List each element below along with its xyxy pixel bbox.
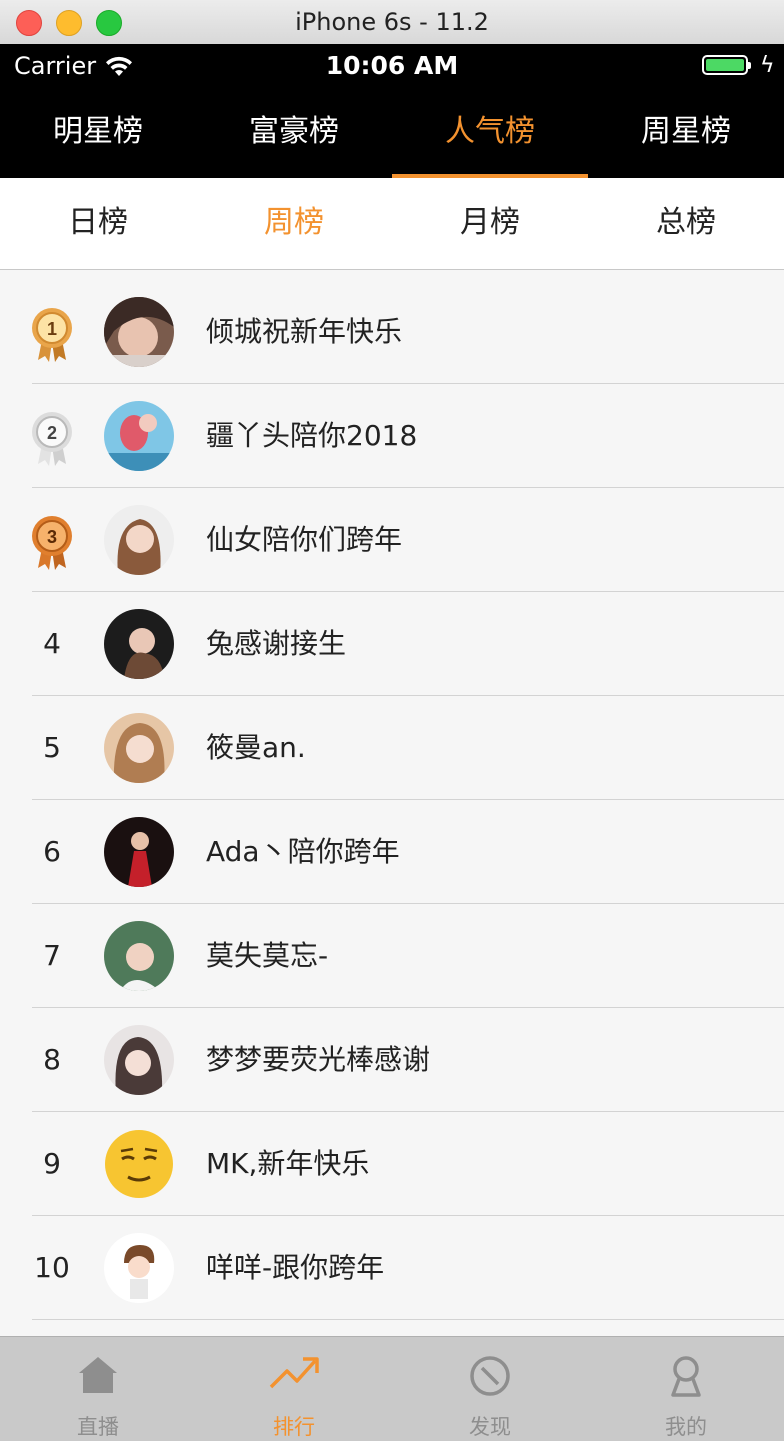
bottom-tab-bar: 直播 排行 发现 我的 [0,1336,784,1441]
ranking-row[interactable]: 10 咩咩-跟你跨年 [0,1216,784,1320]
tab-star-ranking[interactable]: 明星榜 [0,88,196,178]
ranking-row[interactable]: 9 MK,新年快乐 [0,1112,784,1216]
ranking-list: 1 倾城祝新年快乐 2 疆丫头陪你2018 3 仙女陪你们跨年 4 兔感谢接生 … [0,280,784,1320]
ranking-row[interactable]: 7 莫失莫忘- [0,904,784,1008]
avatar[interactable] [104,921,174,991]
compass-icon [470,1356,510,1396]
tab-popularity-ranking[interactable]: 人气榜 [392,88,588,178]
ranking-row[interactable]: 1 倾城祝新年快乐 [0,280,784,384]
user-name: 梦梦要荧光棒感谢 [206,1043,431,1076]
tab-monthly[interactable]: 月榜 [392,178,588,269]
tab-daily[interactable]: 日榜 [0,178,196,269]
bronze-medal-icon: 3 [32,516,72,570]
period-tabs: 日榜 周榜 月榜 总榜 [0,178,784,270]
user-name: 筱曼an. [206,731,306,764]
gold-medal-icon: 1 [32,308,72,362]
status-bar: Carrier 10:06 AM ϟ [0,44,784,88]
tab-live[interactable]: 直播 [0,1337,196,1441]
tab-label: 我的 [665,1415,707,1439]
ranking-row[interactable]: 5 筱曼an. [0,696,784,800]
avatar[interactable] [104,297,174,367]
svg-text:1: 1 [47,319,57,339]
avatar[interactable] [104,609,174,679]
charging-icon: ϟ [760,53,775,78]
tab-ranking[interactable]: 排行 [196,1337,392,1441]
ranking-row[interactable]: 2 疆丫头陪你2018 [0,384,784,488]
tab-weekly-star-ranking[interactable]: 周星榜 [588,88,784,178]
avatar[interactable] [104,505,174,575]
user-name: MK,新年快乐 [206,1147,370,1180]
battery-icon [702,55,751,75]
tab-all-time[interactable]: 总榜 [588,178,784,269]
user-name: 兔感谢接生 [206,627,347,660]
avatar[interactable] [104,1025,174,1095]
user-name: 疆丫头陪你2018 [206,419,418,452]
ranking-row[interactable]: 3 仙女陪你们跨年 [0,488,784,592]
silver-medal-icon: 2 [32,412,72,466]
user-name: 莫失莫忘- [206,939,329,972]
rank-number: 9 [43,1147,61,1180]
tab-discover[interactable]: 发现 [392,1337,588,1441]
home-icon [79,1357,117,1393]
user-name: Ada丶陪你跨年 [206,835,400,868]
profile-icon [671,1356,701,1397]
ranking-row[interactable]: 8 梦梦要荧光棒感谢 [0,1008,784,1112]
avatar[interactable] [104,817,174,887]
ranking-row[interactable]: 6 Ada丶陪你跨年 [0,800,784,904]
trending-up-icon [269,1357,319,1389]
svg-text:2: 2 [47,423,57,443]
user-name: 倾城祝新年快乐 [206,315,403,348]
rank-number: 6 [43,835,61,868]
tab-label: 排行 [273,1415,315,1439]
svg-text:3: 3 [47,527,57,547]
avatar[interactable] [104,1233,174,1303]
tab-rich-ranking[interactable]: 富豪榜 [196,88,392,178]
ranking-row[interactable]: 4 兔感谢接生 [0,592,784,696]
simulator-titlebar: iPhone 6s - 11.2 [0,0,784,45]
avatar[interactable] [104,713,174,783]
tab-label: 直播 [77,1415,119,1439]
tab-weekly[interactable]: 周榜 [196,178,392,269]
leaderboard-type-tabs: 明星榜 富豪榜 人气榜 周星榜 [0,88,784,178]
rank-number: 5 [43,731,61,764]
tab-mine[interactable]: 我的 [588,1337,784,1441]
user-name: 仙女陪你们跨年 [206,523,403,556]
rank-number: 8 [43,1043,61,1076]
avatar[interactable] [104,401,174,471]
user-name: 咩咩-跟你跨年 [206,1251,385,1284]
tab-label: 发现 [469,1415,511,1439]
rank-number: 7 [43,939,61,972]
rank-number: 10 [34,1251,70,1284]
avatar[interactable] [104,1129,174,1199]
window-title: iPhone 6s - 11.2 [295,8,489,36]
emoji-face-icon [105,1130,173,1198]
rank-number: 4 [43,627,61,660]
status-time: 10:06 AM [325,51,459,80]
